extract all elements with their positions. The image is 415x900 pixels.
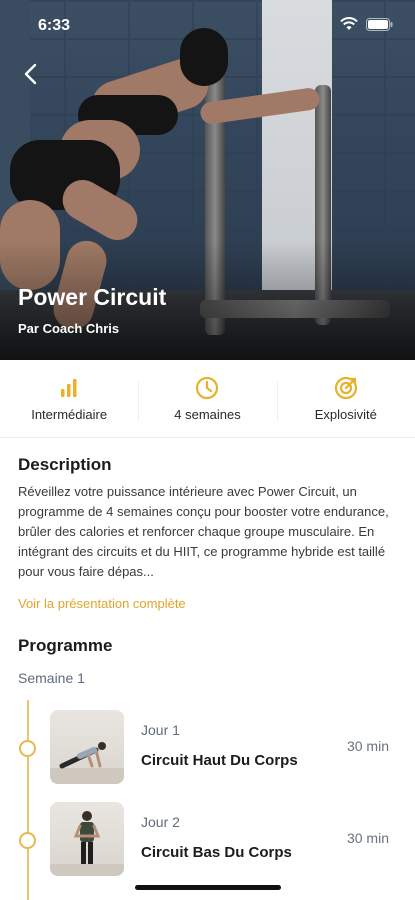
session-thumbnail <box>50 802 124 876</box>
stat-level: Intermédiaire <box>0 360 138 437</box>
session-name: Circuit Bas Du Corps <box>141 844 292 861</box>
battery-icon <box>366 17 393 31</box>
session-thumbnail <box>50 710 124 784</box>
status-time: 6:33 <box>38 17 71 34</box>
timeline-dot <box>19 740 36 757</box>
standing-figure-image <box>50 811 124 876</box>
wifi-icon <box>340 17 358 30</box>
coach-name: Par Coach Chris <box>18 321 120 336</box>
program-stats: Intermédiaire 4 semaines Explosivité <box>0 360 415 438</box>
session-name: Circuit Haut Du Corps <box>141 752 298 769</box>
stat-focus: Explosivité <box>276 360 415 437</box>
session-day: Jour 2 <box>141 814 180 830</box>
timeline-dot <box>19 832 36 849</box>
stat-level-label: Intermédiaire <box>31 407 108 422</box>
session-day: Jour 1 <box>141 722 180 738</box>
program-title: Power Circuit <box>18 284 167 310</box>
stat-duration: 4 semaines <box>138 360 276 437</box>
status-icons <box>340 17 393 31</box>
clock-icon <box>196 376 219 400</box>
see-full-presentation-link[interactable]: Voir la présentation complète <box>18 596 186 611</box>
session-item[interactable]: Jour 2 Circuit Bas Du Corps 30 min <box>0 802 415 878</box>
back-chevron-icon[interactable] <box>18 60 46 88</box>
hero-image: 6:33 Power Circuit Par Coach Chris <box>0 0 415 360</box>
stat-focus-label: Explosivité <box>314 407 377 422</box>
description-heading: Description <box>18 455 112 474</box>
target-icon <box>334 376 357 400</box>
week-label: Semaine 1 <box>18 670 85 686</box>
bar-chart-icon <box>61 379 77 397</box>
description-text: Réveillez votre puissance intérieure ave… <box>18 484 389 579</box>
program-heading: Programme <box>18 636 113 655</box>
status-bar: 6:33 <box>0 0 415 50</box>
stat-duration-label: 4 semaines <box>174 407 241 422</box>
session-duration: 30 min <box>346 830 389 846</box>
plank-figure-image <box>50 742 124 784</box>
session-item[interactable]: Jour 1 Circuit Haut Du Corps 30 min <box>0 710 415 786</box>
home-indicator <box>135 885 281 890</box>
session-duration: 30 min <box>346 738 389 754</box>
